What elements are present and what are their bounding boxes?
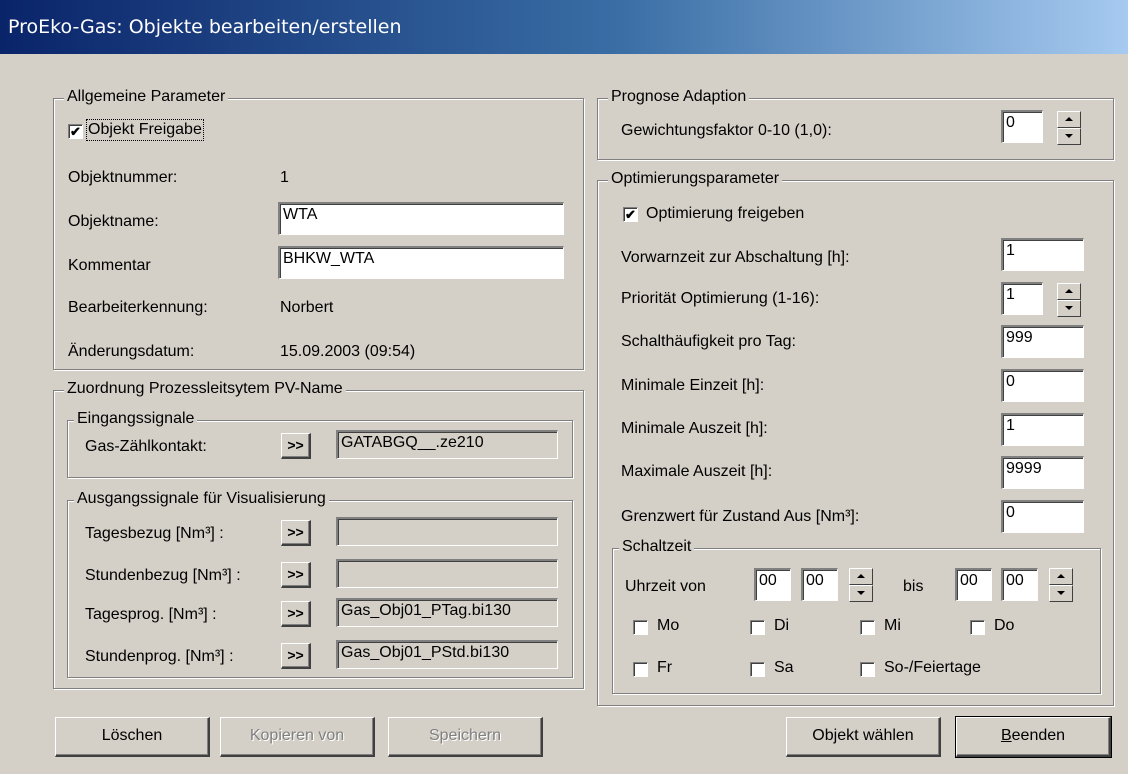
prioritaet-spinner[interactable] bbox=[1057, 283, 1081, 317]
loeschen-button[interactable]: Löschen bbox=[55, 717, 210, 757]
day-fr-checkbox[interactable] bbox=[633, 662, 648, 677]
maximale-auszeit-input[interactable]: 9999 bbox=[1001, 456, 1084, 489]
spin-down-arrow-icon[interactable] bbox=[1049, 585, 1073, 602]
minimale-einzeit-input[interactable]: 0 bbox=[1001, 369, 1084, 402]
stundenbezug-field[interactable] bbox=[336, 559, 558, 588]
bis-minute-input[interactable]: 00 bbox=[1001, 568, 1038, 601]
schalthaeufigkeit-input[interactable]: 999 bbox=[1001, 325, 1084, 358]
minimale-einzeit-label: Minimale Einzeit [h]: bbox=[621, 377, 765, 394]
day-so-feiertage-label[interactable]: So-/Feiertage bbox=[884, 659, 981, 677]
day-sa-checkbox[interactable] bbox=[750, 662, 765, 677]
objektname-label: Objektname: bbox=[68, 213, 159, 230]
schaltzeit-legend: Schaltzeit bbox=[619, 538, 695, 556]
objekt-waehlen-button[interactable]: Objekt wählen bbox=[786, 717, 941, 757]
spin-down-arrow-icon[interactable] bbox=[1057, 300, 1081, 317]
bearbeiterkennung-label: Bearbeiterkennung: bbox=[68, 299, 208, 316]
gas-zaehlkontakt-select-button[interactable]: >> bbox=[281, 433, 311, 459]
vorwarnzeit-input[interactable]: 1 bbox=[1001, 238, 1084, 271]
eingangssignale-legend: Eingangssignale bbox=[74, 410, 198, 428]
prognose-adaption-legend: Prognose Adaption bbox=[608, 88, 750, 106]
title-bar: ProEko-Gas: Objekte bearbeiten/erstellen bbox=[0, 0, 1128, 54]
gewichtungsfaktor-label: Gewichtungsfaktor 0-10 (1,0): bbox=[621, 122, 832, 139]
day-mo-checkbox[interactable] bbox=[633, 620, 648, 635]
kommentar-input[interactable]: BHKW_WTA bbox=[278, 246, 564, 279]
day-di-checkbox[interactable] bbox=[750, 620, 765, 635]
optimierung-freigeben-checkbox[interactable]: ✔ bbox=[623, 207, 638, 222]
beenden-button[interactable]: Beenden bbox=[955, 716, 1112, 758]
zuordnung-legend: Zuordnung Prozessleitsytem PV-Name bbox=[64, 380, 346, 398]
window-title: ProEko-Gas: Objekte bearbeiten/erstellen bbox=[8, 16, 402, 38]
gas-zaehlkontakt-field[interactable]: GATABGQ__.ze210 bbox=[336, 430, 558, 459]
day-do-label[interactable]: Do bbox=[994, 617, 1014, 635]
stundenprog-select-button[interactable]: >> bbox=[281, 643, 311, 669]
tagesprog-label: Tagesprog. [Nm³] : bbox=[85, 606, 217, 623]
bis-stunde-input[interactable]: 00 bbox=[955, 568, 992, 601]
day-so-feiertage-checkbox[interactable] bbox=[860, 662, 875, 677]
objektnummer-label: Objektnummer: bbox=[68, 169, 178, 186]
objektname-input[interactable]: WTA bbox=[278, 202, 564, 235]
aenderungsdatum-value: 15.09.2003 (09:54) bbox=[280, 343, 416, 360]
day-di-label[interactable]: Di bbox=[774, 617, 789, 635]
bearbeiterkennung-value: Norbert bbox=[280, 299, 334, 316]
spin-up-arrow-icon[interactable] bbox=[1049, 568, 1073, 585]
spin-down-arrow-icon[interactable] bbox=[849, 585, 873, 602]
tagesbezug-select-button[interactable]: >> bbox=[281, 520, 311, 546]
day-sa-label[interactable]: Sa bbox=[774, 659, 794, 677]
gewichtungsfaktor-input[interactable]: 0 bbox=[1001, 110, 1043, 143]
schalthaeufigkeit-label: Schalthäufigkeit pro Tag: bbox=[621, 333, 796, 350]
allgemeine-parameter-legend: Allgemeine Parameter bbox=[64, 88, 229, 106]
kopieren-von-button[interactable]: Kopieren von bbox=[220, 717, 375, 757]
grenzwert-label: Grenzwert für Zustand Aus [Nm³]: bbox=[621, 508, 860, 525]
stundenprog-label: Stundenprog. [Nm³] : bbox=[85, 648, 234, 665]
day-mi-checkbox[interactable] bbox=[860, 620, 875, 635]
bis-label: bis bbox=[903, 578, 924, 595]
grenzwert-input[interactable]: 0 bbox=[1001, 500, 1084, 533]
stundenbezug-label: Stundenbezug [Nm³] : bbox=[85, 567, 241, 584]
minimale-auszeit-input[interactable]: 1 bbox=[1001, 413, 1084, 446]
optimierung-freigeben-label[interactable]: Optimierung freigeben bbox=[646, 205, 804, 223]
speichern-button[interactable]: Speichern bbox=[388, 717, 543, 757]
aenderungsdatum-label: Änderungsdatum: bbox=[68, 343, 195, 360]
kommentar-label: Kommentar bbox=[68, 257, 151, 274]
stundenbezug-select-button[interactable]: >> bbox=[281, 562, 311, 588]
day-fr-label[interactable]: Fr bbox=[657, 659, 672, 677]
spin-up-arrow-icon[interactable] bbox=[1057, 283, 1081, 300]
gas-zaehlkontakt-label: Gas-Zählkontakt: bbox=[85, 438, 207, 455]
day-do-checkbox[interactable] bbox=[970, 620, 985, 635]
uhrzeit-von-label: Uhrzeit von bbox=[625, 578, 706, 595]
objekt-freigabe-label[interactable]: Objekt Freigabe bbox=[86, 119, 204, 141]
tagesprog-field[interactable]: Gas_Obj01_PTag.bi130 bbox=[336, 598, 558, 627]
beenden-mnemonic: B bbox=[1000, 727, 1012, 744]
spin-down-arrow-icon[interactable] bbox=[1057, 128, 1081, 145]
tagesprog-select-button[interactable]: >> bbox=[281, 601, 311, 627]
objektnummer-value: 1 bbox=[280, 169, 289, 186]
von-spinner[interactable] bbox=[849, 568, 873, 602]
von-stunde-input[interactable]: 00 bbox=[754, 568, 791, 601]
spin-up-arrow-icon[interactable] bbox=[849, 568, 873, 585]
optimierungsparameter-legend: Optimierungsparameter bbox=[608, 170, 783, 188]
beenden-label: eenden bbox=[1011, 727, 1066, 744]
bis-spinner[interactable] bbox=[1049, 568, 1073, 602]
tagesbezug-field[interactable] bbox=[336, 517, 558, 546]
tagesbezug-label: Tagesbezug [Nm³] : bbox=[85, 525, 224, 542]
minimale-auszeit-label: Minimale Auszeit [h]: bbox=[621, 420, 768, 437]
maximale-auszeit-label: Maximale Auszeit [h]: bbox=[621, 463, 773, 480]
day-mi-label[interactable]: Mi bbox=[884, 617, 901, 635]
gewichtungsfaktor-spinner[interactable] bbox=[1057, 111, 1081, 145]
objekt-freigabe-checkbox[interactable]: ✔ bbox=[68, 124, 83, 139]
prioritaet-input[interactable]: 1 bbox=[1001, 282, 1043, 315]
stundenprog-field[interactable]: Gas_Obj01_PStd.bi130 bbox=[336, 640, 558, 669]
von-minute-input[interactable]: 00 bbox=[801, 568, 838, 601]
vorwarnzeit-label: Vorwarnzeit zur Abschaltung [h]: bbox=[621, 249, 850, 266]
spin-up-arrow-icon[interactable] bbox=[1057, 111, 1081, 128]
prioritaet-label: Priorität Optimierung (1-16): bbox=[621, 290, 820, 307]
ausgangssignale-legend: Ausgangssignale für Visualisierung bbox=[74, 490, 329, 508]
day-mo-label[interactable]: Mo bbox=[657, 617, 679, 635]
